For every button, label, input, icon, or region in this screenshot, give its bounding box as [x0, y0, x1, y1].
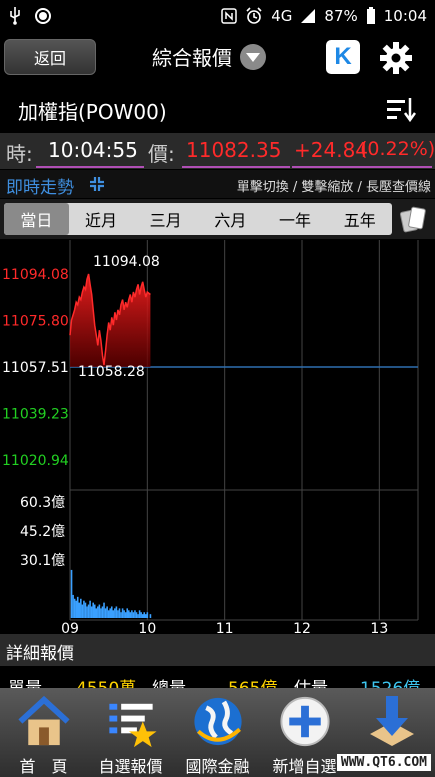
x-axis-label: 09 [61, 621, 79, 634]
detail-unit-volume-label: 單量 [8, 674, 42, 688]
x-axis-label: 10 [138, 621, 156, 634]
detail-est-volume-label: 估量 [294, 674, 328, 688]
volume-axis-label: 30.1億 [20, 553, 65, 569]
price-axis-label: 11039.23 [2, 406, 69, 422]
expand-icon[interactable] [88, 175, 106, 193]
trend-label: 即時走勢 [6, 178, 74, 198]
nav-watchlist-label: 自選報價 [98, 757, 163, 776]
x-axis-label: 12 [293, 621, 311, 634]
nav-home-label: 首 頁 [19, 757, 68, 776]
network-type: 4G [271, 7, 293, 25]
period-bar: 當日 近月 三月 六月 一年 五年 [0, 199, 435, 239]
tab-period-3month[interactable]: 三月 [133, 203, 198, 235]
bottom-nav: 首 頁 自選報價 國際金融 新增自選 WWW.QT6.COM [0, 688, 435, 777]
gear-icon[interactable] [378, 40, 414, 76]
watchlist-icon [108, 703, 157, 748]
usb-icon [10, 7, 20, 25]
nfc-icon [221, 8, 237, 24]
cards-icon[interactable] [398, 203, 430, 235]
sort-icon[interactable] [386, 96, 416, 124]
chart-low-label: 11058.28 [78, 364, 145, 380]
price-axis-label: 11057.51 [2, 360, 69, 376]
quote-price: 11082.35 [186, 138, 282, 162]
alarm-icon [246, 7, 262, 24]
detail-quote-header[interactable]: 詳細報價 [0, 634, 435, 666]
price-label: 價: [148, 142, 175, 166]
trend-hint: 單擊切換 / 雙擊縮放 / 長壓查價線 [236, 180, 431, 195]
x-axis-label: 11 [216, 621, 234, 634]
change-underline [292, 166, 432, 168]
page-title: 綜合報價 [152, 46, 232, 70]
tab-period-today[interactable]: 當日 [4, 203, 69, 235]
detail-total-volume-label: 總量 [152, 674, 186, 688]
quote-change: +24.84 [294, 138, 369, 162]
k-chart-icon[interactable]: K [326, 40, 360, 74]
volume-axis-label: 60.3億 [20, 495, 65, 511]
price-underline [182, 166, 290, 168]
tab-period-5year[interactable]: 五年 [327, 203, 392, 235]
price-axis-label: 11020.94 [2, 453, 69, 469]
detail-strip: 單量 4550萬 總量 565億 估量 1526億 [0, 666, 435, 688]
chart-high-label: 11094.08 [93, 254, 160, 270]
price-axis-label: 11094.08 [2, 267, 69, 283]
time-underline [36, 166, 144, 168]
detail-title: 詳細報價 [6, 644, 74, 664]
tab-period-month[interactable]: 近月 [69, 203, 134, 235]
nav-watchlist[interactable]: 自選報價 [87, 688, 174, 777]
app-header: 返回 綜合報價 K [0, 32, 435, 84]
time-label: 時: [6, 142, 33, 166]
period-tabs: 當日 近月 三月 六月 一年 五年 [4, 203, 392, 235]
detail-total-volume: 565億 [228, 674, 277, 688]
download-icon [369, 696, 414, 746]
trend-row: 即時走勢 單擊切換 / 雙擊縮放 / 長壓查價線 [0, 170, 435, 198]
symbol-row: 加權指(POW00) [0, 88, 435, 130]
detail-est-volume: 1526億 [360, 674, 420, 688]
watermark: WWW.QT6.COM [336, 754, 431, 771]
x-axis-label: 13 [370, 621, 388, 634]
quote-change-pct: (0.22%) [360, 138, 435, 160]
chevron-down-icon[interactable] [240, 43, 266, 70]
clock: 10:04 [383, 7, 427, 25]
signal-icon [301, 9, 316, 23]
back-button[interactable]: 返回 [4, 39, 96, 75]
battery-level: 87% [324, 7, 358, 25]
status-bar: 4G 87% 10:04 [0, 0, 435, 32]
page-title-group[interactable]: 綜合報價 [152, 42, 266, 71]
add-icon [279, 696, 330, 747]
symbol-name: 加權指(POW00) [18, 100, 167, 124]
battery-icon [366, 7, 375, 24]
home-icon [17, 695, 70, 746]
tab-period-1year[interactable]: 一年 [263, 203, 328, 235]
nav-global-label: 國際金融 [185, 757, 250, 776]
nav-add-watch-label: 新增自選 [272, 757, 337, 776]
chart-svg: 11094.08 11075.80 11057.51 11039.23 11020.94… [2, 240, 419, 634]
quote-time: 10:04:55 [48, 138, 138, 162]
nav-home[interactable]: 首 頁 [0, 688, 87, 777]
volume-axis-label: 45.2億 [20, 524, 65, 540]
detail-unit-volume: 4550萬 [76, 674, 136, 688]
nav-global[interactable]: 國際金融 [174, 688, 261, 777]
tab-period-6month[interactable]: 六月 [198, 203, 263, 235]
globe-icon [193, 697, 242, 746]
price-axis-label: 11075.80 [2, 313, 69, 329]
circle-status-icon [35, 8, 51, 24]
nav-add-watch[interactable]: 新增自選 [261, 688, 348, 777]
intraday-chart[interactable]: 11094.08 11075.80 11057.51 11039.23 11020.94… [0, 240, 435, 634]
quote-row: 時: 10:04:55 價: 11082.35 +24.84 (0.22%) [0, 133, 435, 169]
